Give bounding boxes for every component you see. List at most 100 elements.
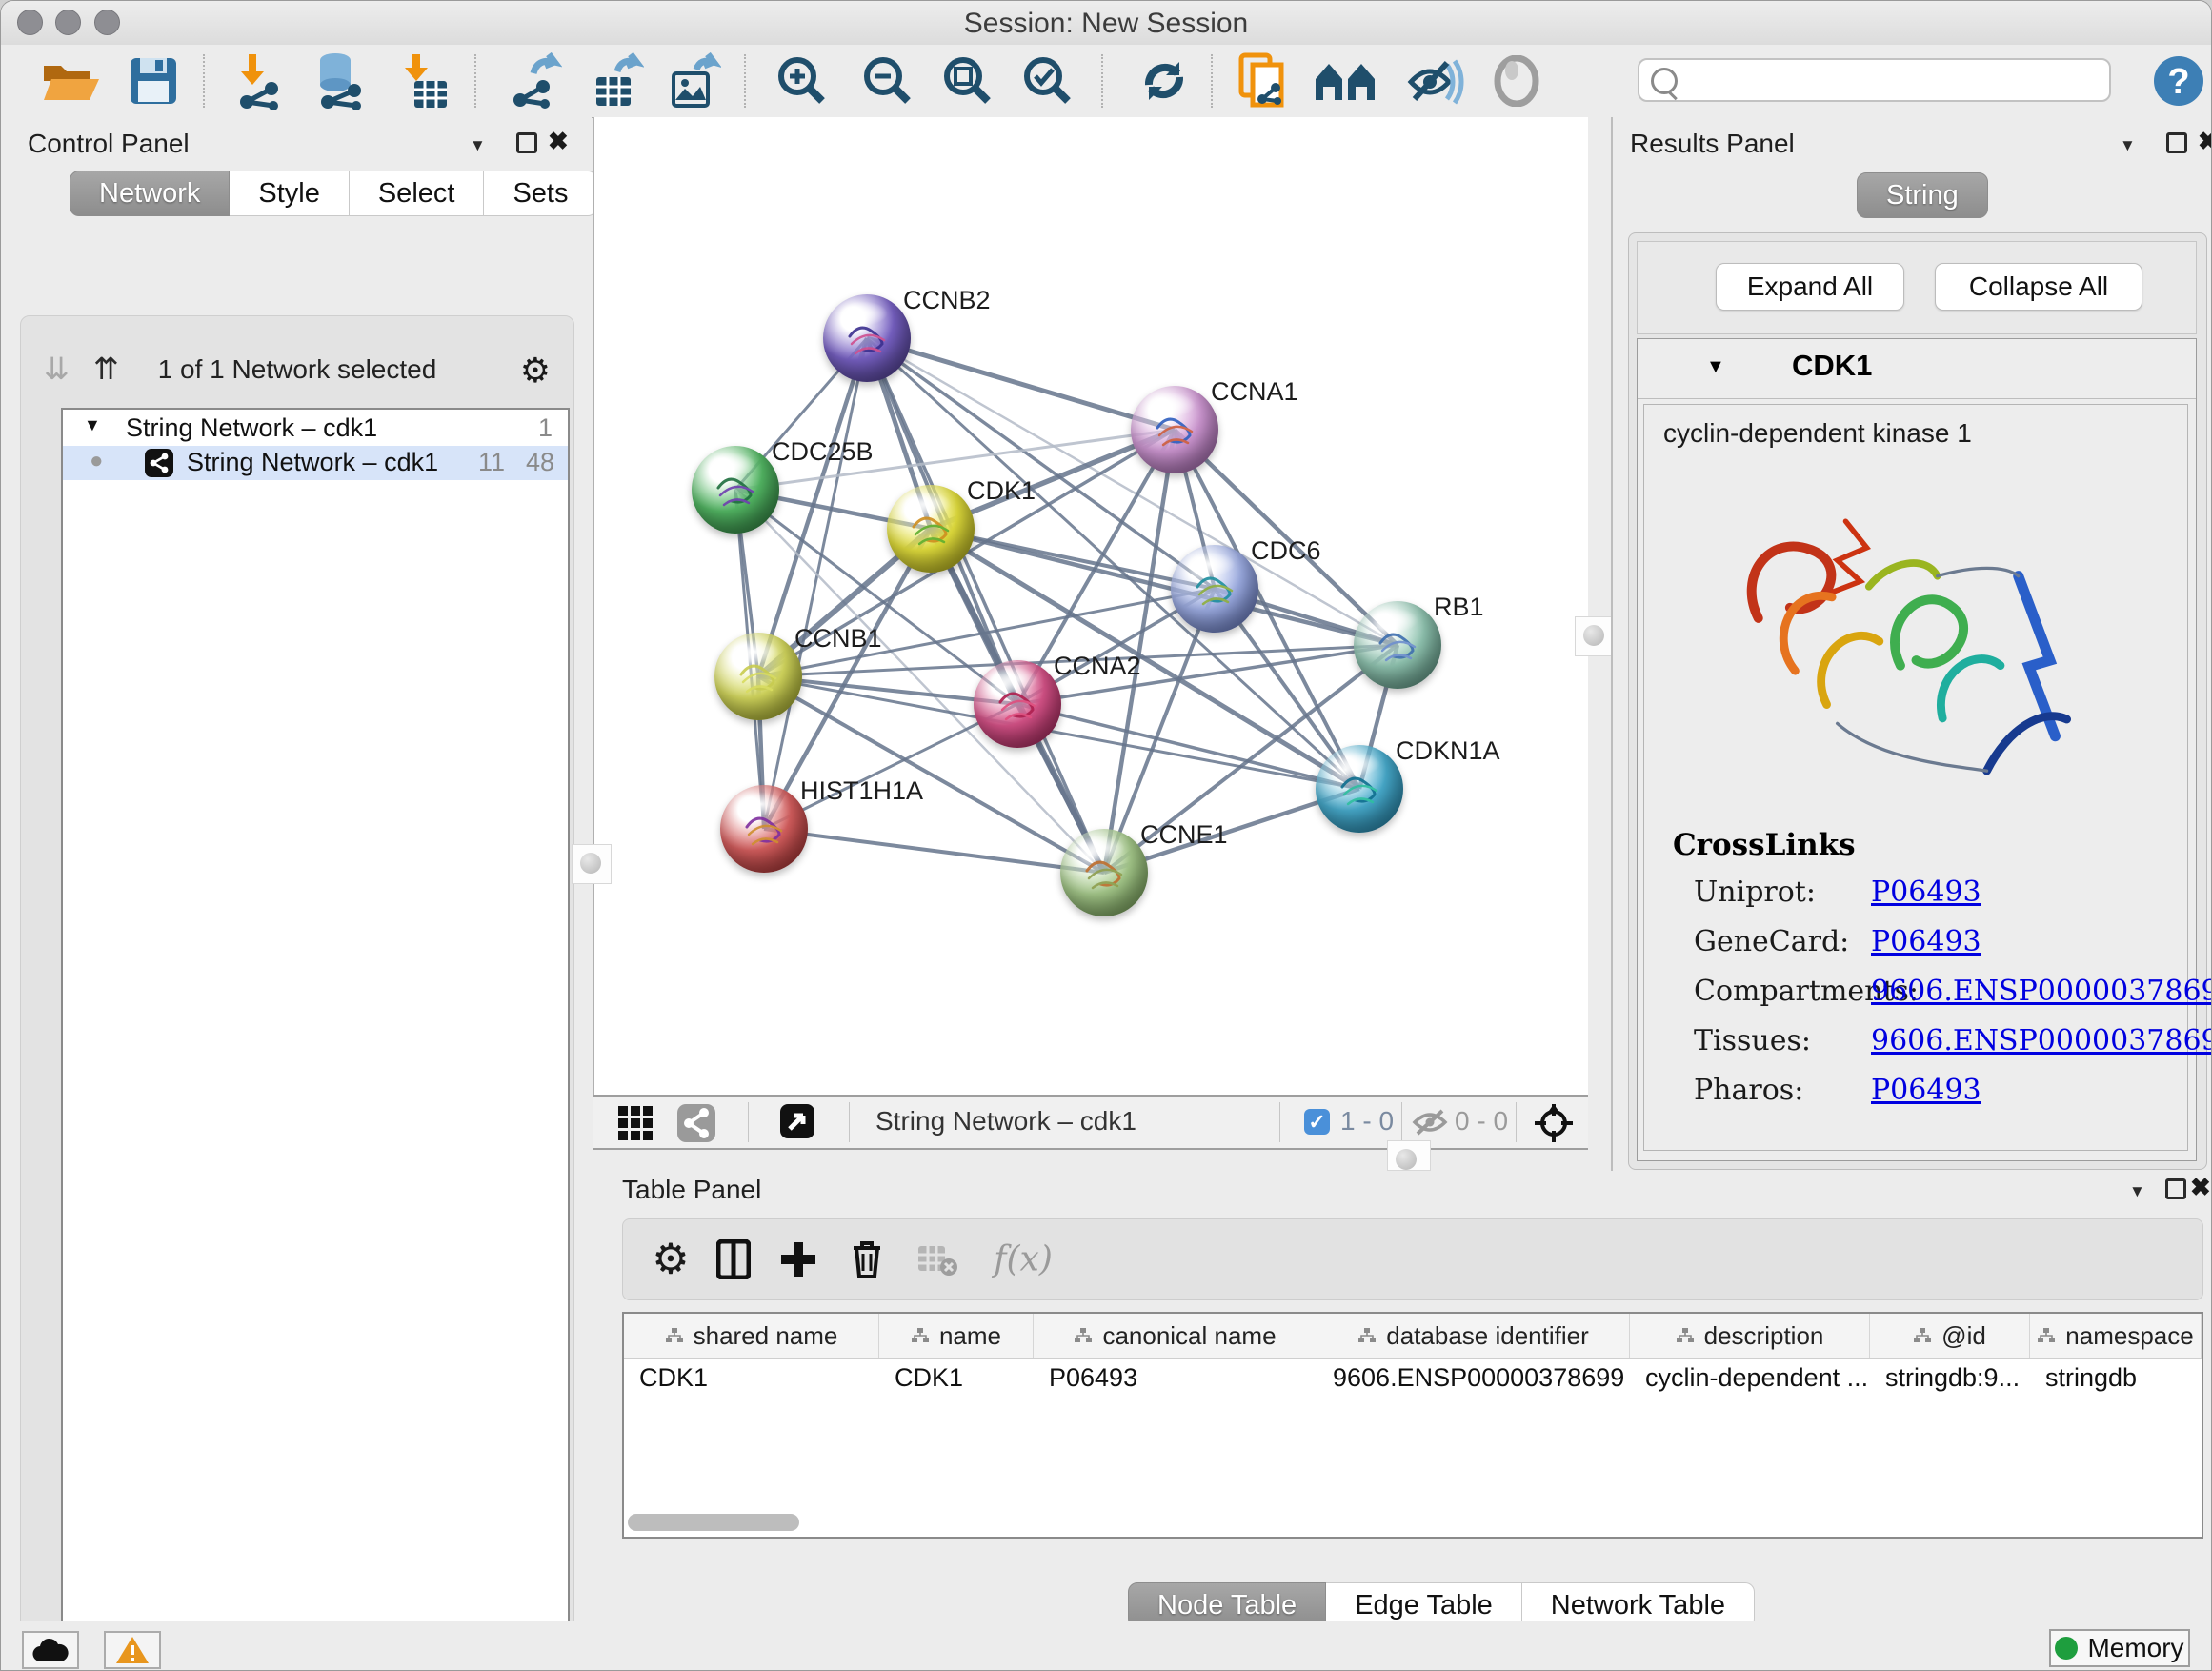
network-row[interactable]: ● String Network – cdk1 11 48 — [63, 446, 568, 480]
crosslink-link[interactable]: P06493 — [1871, 1074, 1981, 1107]
network-collection-row[interactable]: ▼ String Network – cdk1 1 — [63, 412, 568, 446]
control-panel-close-icon[interactable]: ✖ — [548, 127, 569, 156]
export-network-icon[interactable] — [507, 52, 562, 110]
results-splitter[interactable] — [1588, 117, 1613, 1146]
node-hist1h1a[interactable] — [720, 785, 808, 873]
control-panel-menu-icon[interactable]: ▼ — [470, 136, 486, 155]
node-cdkn1a[interactable] — [1316, 745, 1403, 833]
table-panel: Table Panel ▼ ✖ ⚙ f(x) — [593, 1171, 2212, 1621]
node-table: shared name name canonical name database… — [622, 1312, 2203, 1539]
node-ccne1[interactable] — [1060, 829, 1148, 916]
hide-selected-icon[interactable] — [1405, 55, 1464, 107]
delete-table-icon[interactable] — [916, 1242, 958, 1277]
table-row[interactable]: CDK1CDK1P064939606.ENSP00000378699cyclin… — [624, 1358, 2202, 1399]
netbar-separator — [1279, 1102, 1280, 1142]
warning-status-button[interactable] — [104, 1631, 161, 1669]
control-panel-title: Control Panel — [28, 129, 190, 159]
zoom-selected-icon[interactable] — [1020, 53, 1074, 109]
export-table-icon[interactable] — [589, 52, 644, 110]
cell--id[interactable]: stringdb:9... — [1870, 1358, 2030, 1399]
node-cdc25b[interactable] — [692, 446, 779, 534]
copy-document-icon[interactable] — [1237, 51, 1291, 111]
column-header-canonical-name[interactable]: canonical name — [1034, 1314, 1317, 1358]
tab-network[interactable]: Network — [70, 171, 230, 216]
cell-database-identifier[interactable]: 9606.ENSP00000378699 — [1317, 1358, 1630, 1399]
hidden-eye-icon[interactable] — [1411, 1108, 1449, 1137]
crosslink-link[interactable]: P06493 — [1871, 925, 1981, 958]
first-neighbors-icon[interactable] — [1314, 56, 1378, 106]
collapse-all-button[interactable]: Collapse All — [1935, 263, 2142, 311]
delete-column-trash-icon[interactable] — [850, 1238, 884, 1280]
node-ccna1[interactable] — [1131, 386, 1218, 473]
table-splitter-grip[interactable] — [1387, 1140, 1431, 1171]
table-hscrollbar[interactable] — [628, 1514, 799, 1531]
cell-name[interactable]: CDK1 — [879, 1358, 1034, 1399]
column-header-database-identifier[interactable]: database identifier — [1317, 1314, 1630, 1358]
open-session-icon[interactable] — [40, 56, 99, 106]
grid-view-icon[interactable] — [618, 1106, 653, 1140]
results-panel-float-icon[interactable] — [2166, 132, 2187, 153]
node-cdk1[interactable] — [887, 485, 975, 573]
table-panel-close-icon[interactable]: ✖ — [2190, 1173, 2211, 1202]
network-canvas[interactable]: CCNB2 CCNA1 CDC25B CDK1 CDC6 RB1 CCNB1 — [593, 117, 1589, 1095]
tab-sets[interactable]: Sets — [484, 171, 597, 216]
refresh-icon[interactable] — [1137, 54, 1191, 108]
import-network-database-icon[interactable] — [311, 52, 370, 110]
column-header--id[interactable]: @id — [1870, 1314, 2030, 1358]
help-icon[interactable]: ? — [2153, 55, 2204, 107]
cell-namespace[interactable]: stringdb — [2030, 1358, 2202, 1399]
import-network-file-icon[interactable] — [233, 52, 287, 110]
save-session-icon[interactable] — [129, 56, 178, 106]
crosslink-link[interactable]: 9606.ENSP00000378699 — [1871, 1024, 2212, 1057]
tab-string[interactable]: String — [1857, 172, 1988, 218]
show-columns-icon[interactable] — [716, 1239, 751, 1279]
network-tree: ▼ String Network – cdk1 1 ● String Netwo… — [61, 408, 570, 1671]
network-options-gear-icon[interactable]: ⚙ — [520, 351, 551, 391]
node-label-ccne1: CCNE1 — [1140, 820, 1228, 850]
control-splitter-grip[interactable] — [572, 844, 612, 884]
column-header-name[interactable]: name — [879, 1314, 1034, 1358]
control-panel-float-icon[interactable] — [516, 132, 537, 153]
search-input[interactable] — [1689, 63, 2102, 97]
column-header-namespace[interactable]: namespace — [2030, 1314, 2202, 1358]
import-table-icon[interactable] — [399, 52, 449, 110]
cell-canonical-name[interactable]: P06493 — [1034, 1358, 1317, 1399]
splitter-grip[interactable] — [1575, 616, 1615, 656]
show-all-icon[interactable] — [1493, 55, 1540, 107]
table-panel-float-icon[interactable] — [2165, 1178, 2186, 1199]
tab-style[interactable]: Style — [230, 171, 349, 216]
node-ccnb2[interactable] — [823, 294, 911, 382]
cell-shared-name[interactable]: CDK1 — [624, 1358, 879, 1399]
export-image-icon[interactable] — [666, 52, 721, 110]
cell-description[interactable]: cyclin-dependent ... — [1630, 1358, 1870, 1399]
tab-select[interactable]: Select — [350, 171, 485, 216]
fit-selected-crosshair-icon[interactable] — [1533, 1102, 1575, 1144]
table-panel-menu-icon[interactable]: ▼ — [2129, 1182, 2145, 1201]
node-rb1[interactable] — [1354, 601, 1441, 689]
column-header-shared-name[interactable]: shared name — [624, 1314, 879, 1358]
memory-button[interactable]: Memory — [2049, 1629, 2190, 1667]
create-column-plus-icon[interactable] — [779, 1240, 817, 1278]
results-panel-close-icon[interactable]: ✖ — [2198, 127, 2212, 156]
network-share-icon[interactable] — [677, 1104, 715, 1142]
expand-all-button[interactable]: Expand All — [1716, 263, 1904, 311]
result-entry-header[interactable]: ▼ CDK1 — [1638, 339, 2196, 399]
crosslink-link[interactable]: 9606.ENSP00000378699 — [1871, 975, 2212, 1008]
function-builder-icon[interactable]: f(x) — [994, 1240, 1053, 1279]
results-panel-menu-icon[interactable]: ▼ — [2120, 136, 2136, 155]
column-header-description[interactable]: description — [1630, 1314, 1870, 1358]
crosslink-link[interactable]: P06493 — [1871, 876, 1981, 909]
table-settings-gear-icon[interactable]: ⚙ — [652, 1236, 689, 1284]
selected-checkbox-icon[interactable]: ✓ — [1304, 1109, 1330, 1135]
entry-expander-icon[interactable]: ▼ — [1706, 356, 1725, 378]
node-ccna2[interactable] — [974, 660, 1061, 748]
crosslinks-title: CrossLinks — [1673, 828, 1856, 862]
cloud-status-button[interactable] — [22, 1631, 79, 1669]
collection-expander-icon[interactable]: ▼ — [84, 415, 101, 435]
birds-eye-view-icon[interactable] — [780, 1104, 814, 1138]
node-cdc6[interactable] — [1171, 545, 1258, 633]
zoom-out-icon[interactable] — [860, 53, 914, 109]
zoom-in-icon[interactable] — [774, 53, 828, 109]
zoom-fit-icon[interactable] — [940, 53, 994, 109]
node-ccnb1[interactable] — [714, 633, 802, 720]
